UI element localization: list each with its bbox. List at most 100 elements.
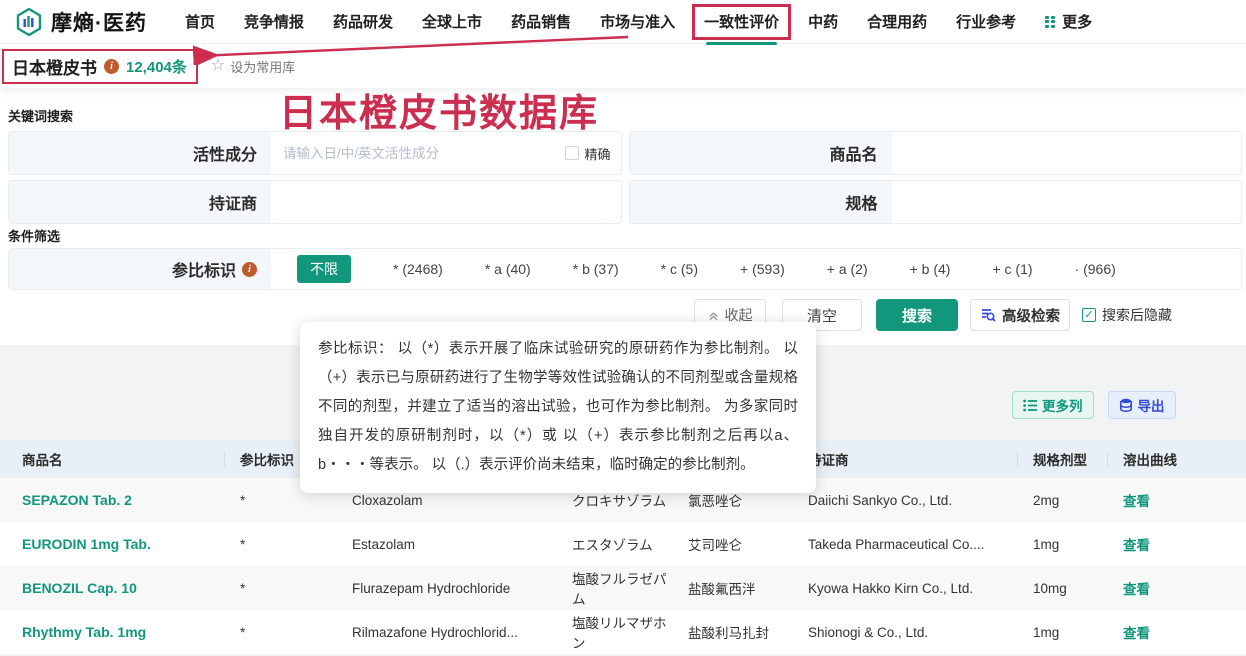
nav-item[interactable]: 全球上市 <box>422 0 482 44</box>
view-dissolution-curve-link[interactable]: 查看 <box>1123 626 1150 641</box>
nav-item[interactable]: 更多 <box>1045 0 1092 44</box>
specification-input[interactable] <box>892 181 1242 223</box>
field-license-holder: 持证商 <box>8 180 622 224</box>
license-holder-cell: Shionogi & Co., Ltd. <box>793 610 1018 654</box>
nav-item[interactable]: 行业参考 <box>956 0 1016 44</box>
nav-item-label: 更多 <box>1062 11 1092 32</box>
star-icon: ☆ <box>211 58 225 74</box>
trade-name-link[interactable]: SEPAZON Tab. 2 <box>0 478 225 522</box>
search-form-row-1: 活性成分 精确 商品名 <box>8 131 1242 175</box>
database-titlebar: 日本橙皮书 i 12,404条 ☆ 设为常用库 <box>0 44 1246 88</box>
nav-item[interactable]: 药品研发 <box>333 0 393 44</box>
filter-option[interactable]: + a (2) <box>827 261 868 277</box>
table-header-cell[interactable]: 商品名 i <box>0 440 225 478</box>
exact-match-label: 精确 <box>584 144 610 163</box>
filter-option[interactable]: + c (1) <box>992 261 1032 277</box>
brand-logo[interactable]: 摩熵·医药 <box>0 7 185 37</box>
license-holder-cell: Kyowa Hakko Kirn Co., Ltd. <box>793 566 1018 610</box>
filter-options: 不限 * (2468) * a (40) * b (37) * c (5) + … <box>271 249 1241 289</box>
condition-filter-section-title: 条件筛选 <box>8 226 60 245</box>
filter-option[interactable]: · (966) <box>1075 261 1116 277</box>
table-row[interactable]: EURODIN 1mg Tab. * Estazolam エスタゾラム 艾司唑仑… <box>0 522 1246 566</box>
trade-name-link[interactable]: Rhythmy Tab. 1mg <box>0 610 225 654</box>
nav-item[interactable]: 中药 <box>808 0 838 44</box>
hide-after-search-checkbox[interactable]: 搜索后隐藏 <box>1082 305 1172 325</box>
reference-mark-cell: * <box>225 566 337 610</box>
license-holder-cell: Takeda Pharmaceutical Co.... <box>793 522 1018 566</box>
view-dissolution-curve-link[interactable]: 查看 <box>1123 582 1150 597</box>
filter-option[interactable]: + (593) <box>740 261 785 277</box>
field-active-ingredient: 活性成分 精确 <box>8 131 622 175</box>
advanced-search-label: 高级检索 <box>1002 305 1060 326</box>
export-label: 导出 <box>1138 395 1165 415</box>
ingredient-cn-cell: 盐酸利马扎封 <box>673 610 793 654</box>
filter-option[interactable]: + b (4) <box>910 261 951 277</box>
advanced-search-button[interactable]: 高级检索 <box>970 299 1070 331</box>
brand-name: 摩熵·医药 <box>51 7 147 37</box>
hide-after-search-label: 搜索后隐藏 <box>1102 305 1172 325</box>
filter-option[interactable]: 不限 <box>297 255 351 283</box>
table-row[interactable]: BENOZIL Cap. 10 * Flurazepam Hydrochlori… <box>0 566 1246 610</box>
nav-item-label: 首页 <box>185 11 215 32</box>
nav-item[interactable]: 药品销售 <box>511 0 571 44</box>
table-header-cell[interactable]: 持证商 i <box>793 440 1018 478</box>
nav-item-label: 药品研发 <box>333 11 393 32</box>
nav-item[interactable]: 竞争情报 <box>244 0 304 44</box>
exact-match-checkbox[interactable]: 精确 <box>565 144 610 163</box>
field-label-license-holder: 持证商 <box>9 181 271 223</box>
license-holder-input[interactable] <box>271 181 621 223</box>
filter-option[interactable]: * b (37) <box>573 261 619 277</box>
nav-item[interactable]: 合理用药 <box>867 0 927 44</box>
top-navbar: 摩熵·医药 首页 竞争情报 药品研发 <box>0 0 1246 44</box>
annotation-text: 日本橙皮书数据库 <box>279 82 599 137</box>
search-button[interactable]: 搜索 <box>876 299 958 331</box>
active-ingredient-input[interactable] <box>271 132 565 174</box>
table-row[interactable]: Rhythmy Tab. 1mg * Rilmazafone Hydrochlo… <box>0 610 1246 654</box>
database-title: 日本橙皮书 <box>12 54 97 79</box>
checkbox-checked-icon[interactable] <box>1082 308 1096 322</box>
reference-mark-cell: * <box>225 610 337 654</box>
search-form-row-2: 持证商 规格 <box>8 180 1242 224</box>
column-label: 规格剂型 <box>1033 449 1087 469</box>
table-body: SEPAZON Tab. 2 * Cloxazolam クロキサゾラム 氯恶唑仑… <box>0 478 1246 654</box>
specification-cell: 1mg <box>1018 522 1108 566</box>
info-icon[interactable]: i <box>104 59 119 74</box>
trade-name-input[interactable] <box>892 132 1242 174</box>
nav-item[interactable]: 首页 <box>185 0 215 44</box>
record-count: 12,404条 <box>126 56 187 77</box>
filter-option[interactable]: * a (40) <box>485 261 531 277</box>
column-label: 溶出曲线 <box>1123 449 1177 469</box>
more-columns-button[interactable]: 更多列 <box>1012 391 1094 419</box>
info-icon[interactable]: i <box>242 262 257 277</box>
view-dissolution-curve-link[interactable]: 查看 <box>1123 538 1150 553</box>
columns-list-icon <box>1023 399 1037 412</box>
ingredient-jp-cell: 塩酸リルマザホン <box>557 610 673 654</box>
export-database-icon <box>1119 398 1133 412</box>
specification-cell: 10mg <box>1018 566 1108 610</box>
nav-item-label: 一致性评价 <box>704 11 779 32</box>
table-header-cell[interactable]: 溶出曲线 i <box>1108 440 1246 478</box>
set-favorite-button[interactable]: ☆ 设为常用库 <box>211 57 295 76</box>
license-holder-cell: Daiichi Sankyo Co., Ltd. <box>793 478 1018 522</box>
japan-orange-book-page: 摩熵·医药 首页 竞争情报 药品研发 <box>0 0 1246 656</box>
field-trade-name: 商品名 <box>629 131 1243 175</box>
view-dissolution-curve-link[interactable]: 查看 <box>1123 494 1150 509</box>
table-header-cell[interactable]: 规格剂型 i <box>1018 440 1108 478</box>
filter-option[interactable]: * (2468) <box>393 261 443 277</box>
nav-item[interactable]: 市场与准入 <box>600 0 675 44</box>
ingredient-jp-cell: 塩酸フルラゼパム <box>557 566 673 610</box>
specification-cell: 1mg <box>1018 610 1108 654</box>
filter-option[interactable]: * c (5) <box>661 261 698 277</box>
checkbox-unchecked-icon[interactable] <box>565 146 579 160</box>
more-columns-label: 更多列 <box>1042 395 1083 415</box>
nav-item[interactable]: 一致性评价 <box>704 0 779 44</box>
nav-item-label: 中药 <box>808 11 838 32</box>
trade-name-link[interactable]: EURODIN 1mg Tab. <box>0 522 225 566</box>
filter-label-text: 参比标识 <box>172 257 236 281</box>
field-label-trade-name: 商品名 <box>630 132 892 174</box>
export-button[interactable]: 导出 <box>1108 391 1176 419</box>
trade-name-link[interactable]: BENOZIL Cap. 10 <box>0 566 225 610</box>
nav-item-label: 行业参考 <box>956 11 1016 32</box>
nav-item-label: 竞争情报 <box>244 11 304 32</box>
specification-cell: 2mg <box>1018 478 1108 522</box>
